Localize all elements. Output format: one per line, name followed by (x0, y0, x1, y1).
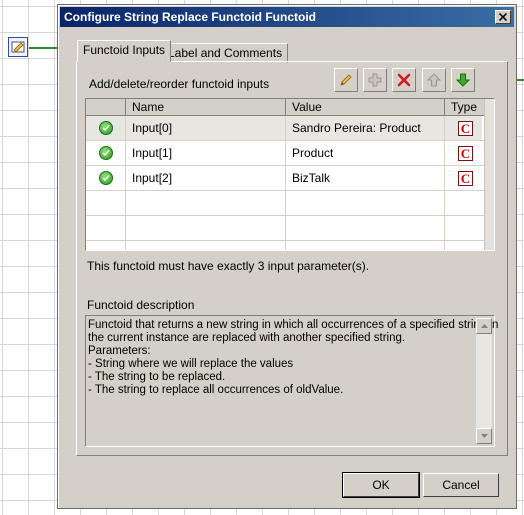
input-count-constraint: This functoid must have exactly 3 input … (87, 259, 370, 273)
row-status-cell (86, 116, 126, 141)
column-header-label: Name (132, 100, 165, 114)
scroll-down-button[interactable] (476, 428, 492, 444)
constant-type-icon: C (458, 171, 473, 186)
check-ok-icon (99, 121, 113, 135)
add-plus-icon (368, 73, 382, 87)
configure-functoid-dialog: Configure String Replace Functoid Functo… (57, 4, 517, 509)
scroll-up-arrow-icon (480, 324, 488, 328)
inputs-grid: Name Value Type Input[0] Sandro Pereira:… (85, 98, 495, 251)
description-line: Functoid that returns a new string in wh… (88, 319, 499, 331)
value-cell[interactable]: BizTalk (286, 166, 445, 191)
row-status-cell (86, 141, 126, 166)
description-scrollbar[interactable] (476, 318, 492, 444)
toolbar-label: Add/delete/reorder functoid inputs (89, 77, 270, 91)
description-line: Parameters: (88, 345, 151, 357)
check-ok-icon (99, 146, 113, 160)
description-label: Functoid description (87, 298, 195, 312)
delete-x-icon (397, 73, 411, 87)
add-input-button[interactable] (363, 68, 387, 92)
description-text: Functoid that returns a new string in wh… (88, 319, 499, 397)
empty-row (86, 191, 485, 216)
move-up-arrow-icon (426, 73, 442, 87)
check-ok-icon (99, 171, 113, 185)
scroll-up-button[interactable] (476, 318, 492, 334)
type-cell[interactable]: C (445, 116, 485, 141)
functoid-canvas-icon[interactable] (8, 37, 28, 57)
move-down-arrow-icon (455, 73, 471, 87)
move-down-button[interactable] (451, 68, 475, 92)
empty-row (86, 216, 485, 241)
name-column-header[interactable]: Name (126, 99, 286, 116)
value-column-header[interactable]: Value (286, 99, 445, 116)
dialog-title: Configure String Replace Functoid Functo… (64, 10, 316, 24)
tab-label: Label and Comments (168, 46, 283, 60)
close-button[interactable] (495, 10, 511, 24)
description-line: - The string to be replaced. (88, 371, 226, 383)
value-cell[interactable]: Product (286, 141, 445, 166)
edit-input-button[interactable] (334, 68, 358, 92)
tab-label: Functoid Inputs (83, 43, 166, 57)
description-line: - The string to replace all occurrences … (88, 384, 344, 396)
empty-row (86, 241, 485, 250)
type-column-header[interactable]: Type (445, 99, 485, 116)
type-cell[interactable]: C (445, 141, 485, 166)
scroll-down-arrow-icon (480, 434, 488, 438)
row-status-cell (86, 166, 126, 191)
move-up-button[interactable] (422, 68, 446, 92)
value-cell[interactable]: Sandro Pereira: Product (286, 116, 445, 141)
delete-input-button[interactable] (392, 68, 416, 92)
canvas-link-line (29, 47, 57, 49)
grid-scrollbar[interactable] (484, 99, 494, 250)
tab-functoid-inputs[interactable]: Functoid Inputs (77, 40, 172, 62)
type-cell[interactable]: C (445, 166, 485, 191)
functoid-icon (11, 41, 25, 53)
table-row[interactable]: Input[1] Product C (86, 141, 485, 166)
cancel-button[interactable]: Cancel (423, 473, 499, 497)
close-icon (499, 13, 507, 21)
table-row[interactable]: Input[2] BizTalk C (86, 166, 485, 191)
table-row[interactable]: Input[0] Sandro Pereira: Product C (86, 116, 485, 141)
constant-type-icon: C (458, 121, 473, 136)
tab-label-and-comments[interactable]: Label and Comments (162, 43, 289, 63)
name-cell[interactable]: Input[2] (126, 166, 286, 191)
pencil-icon (340, 74, 352, 86)
ok-button[interactable]: OK (342, 472, 420, 498)
name-cell[interactable]: Input[0] (126, 116, 286, 141)
description-textbox[interactable]: Functoid that returns a new string in wh… (85, 315, 499, 447)
constant-type-icon: C (458, 146, 473, 161)
dialog-titlebar[interactable]: Configure String Replace Functoid Functo… (60, 7, 514, 27)
row-header-column (86, 99, 126, 116)
column-header-label: Type (451, 100, 478, 114)
name-cell[interactable]: Input[1] (126, 141, 286, 166)
description-line: the current instance are replaced with a… (88, 332, 406, 344)
column-header-label: Value (292, 100, 322, 114)
description-line: - String where we will replace the value… (88, 358, 294, 370)
